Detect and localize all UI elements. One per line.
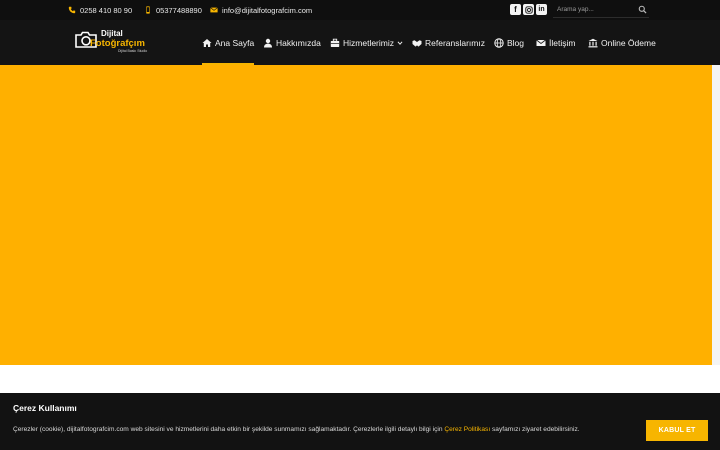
top-bar: 0258 410 80 90 05377488890 info@dijitalf… bbox=[0, 0, 720, 20]
email-address: info@dijitalfotografcim.com bbox=[222, 5, 313, 15]
nav-label: Online Ödeme bbox=[601, 37, 656, 48]
cookie-text-end: sayfamızı ziyaret edebilirsiniz. bbox=[490, 426, 580, 433]
search-icon[interactable] bbox=[638, 5, 647, 14]
phone-contact[interactable]: 0258 410 80 90 bbox=[68, 0, 132, 20]
search-input[interactable] bbox=[553, 2, 635, 17]
bank-icon bbox=[588, 38, 598, 47]
nav-label: Referanslarımız bbox=[425, 37, 485, 48]
phone-number: 0258 410 80 90 bbox=[80, 5, 133, 15]
nav-item-references[interactable]: Referanslarımız bbox=[412, 20, 485, 65]
chevron-down-icon bbox=[397, 40, 403, 45]
instagram-icon[interactable] bbox=[523, 4, 534, 15]
nav-label: İletişim bbox=[549, 37, 576, 48]
user-icon bbox=[264, 38, 272, 47]
nav-item-blog[interactable]: Blog bbox=[494, 20, 524, 65]
briefcase-icon bbox=[330, 38, 340, 47]
envelope-icon bbox=[210, 7, 218, 13]
nav-label: Hakkımızda bbox=[276, 37, 321, 48]
mobile-contact[interactable]: 05377488890 bbox=[144, 0, 202, 20]
globe-icon bbox=[494, 37, 504, 48]
nav-label: Ana Sayfa bbox=[215, 37, 255, 48]
cookie-text-start: Çerezler (cookie), dijitalfotografcim.co… bbox=[13, 426, 445, 433]
handshake-icon bbox=[412, 39, 422, 47]
home-icon bbox=[202, 38, 212, 47]
mobile-phone-icon bbox=[146, 6, 150, 14]
envelope-icon bbox=[536, 39, 546, 46]
cookie-message: Çerezler (cookie), dijitalfotografcim.co… bbox=[13, 426, 580, 433]
nav-item-online-payment[interactable]: Online Ödeme bbox=[588, 20, 656, 65]
email-contact[interactable]: info@dijitalfotografcim.com bbox=[210, 0, 312, 20]
accept-cookies-button[interactable]: KABUL ET bbox=[646, 420, 708, 441]
nav-item-about[interactable]: Hakkımızda bbox=[263, 20, 321, 65]
nav-label: Blog bbox=[507, 37, 525, 48]
nav-label: Hizmetlerimiz bbox=[343, 37, 394, 48]
hero-banner bbox=[0, 65, 712, 365]
phone-icon bbox=[68, 6, 76, 14]
search-box bbox=[553, 2, 649, 18]
linkedin-icon[interactable]: in bbox=[536, 4, 547, 15]
cookie-consent-bar: Çerez Kullanımı Çerezler (cookie), dijit… bbox=[0, 393, 720, 450]
cookie-policy-link[interactable]: Çerez Politikası bbox=[444, 426, 490, 433]
page-scrollbar[interactable] bbox=[712, 65, 720, 365]
nav-item-contact[interactable]: İletişim bbox=[536, 20, 575, 65]
nav-item-home[interactable]: Ana Sayfa bbox=[202, 20, 255, 65]
nav-item-services[interactable]: Hizmetlerimiz bbox=[330, 20, 403, 65]
facebook-icon[interactable]: f bbox=[510, 4, 521, 15]
cookie-title: Çerez Kullanımı bbox=[13, 403, 77, 413]
main-nav: Ana Sayfa Hakkımızda Hizmetlerimiz Refer… bbox=[0, 20, 720, 65]
mobile-number: 05377488890 bbox=[156, 5, 202, 15]
